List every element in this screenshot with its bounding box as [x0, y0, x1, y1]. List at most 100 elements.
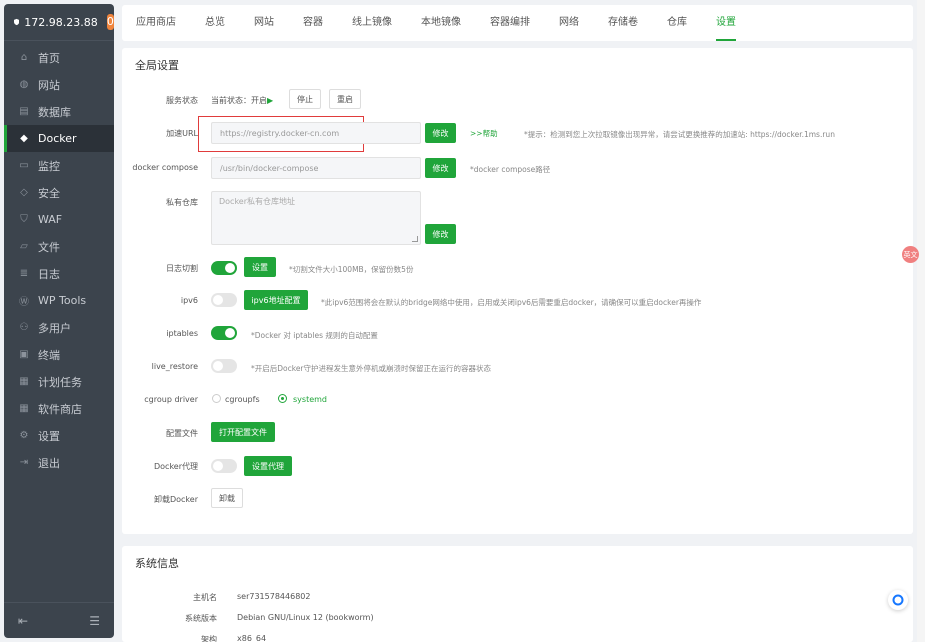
sidebar-item-label: 首页 — [38, 51, 60, 65]
notification-badge[interactable]: 0 — [106, 14, 114, 30]
sidebar-item-12[interactable]: ▦ 计划任务 — [4, 368, 114, 395]
os-version-label: 系统版本 — [185, 614, 217, 623]
help-link[interactable]: >>帮助 — [470, 128, 498, 139]
logcut-toggle[interactable] — [211, 261, 237, 275]
menu-icon[interactable]: ☰ — [89, 614, 100, 628]
ipv6-label: ipv6 — [180, 296, 198, 305]
proxy-toggle[interactable] — [211, 459, 237, 473]
stop-button[interactable]: 停止 — [289, 89, 321, 109]
compose-label: docker compose — [132, 163, 198, 172]
tab-9[interactable]: 仓库 — [667, 5, 687, 41]
tab-6[interactable]: 容器编排 — [490, 5, 530, 41]
sidebar-item-label: Docker — [38, 132, 77, 145]
registry-modify-button[interactable]: 修改 — [425, 224, 456, 244]
sidebar-item-7[interactable]: ▱ 文件 — [4, 233, 114, 260]
server-ip: 172.98.23.88 — [24, 15, 98, 29]
users-icon: ⚇ — [19, 322, 29, 333]
sidebar-item-0[interactable]: ⌂ 首页 — [4, 44, 114, 71]
sidebar-item-13[interactable]: ▦ 软件商店 — [4, 395, 114, 422]
logcut-settings-button[interactable]: 设置 — [244, 257, 276, 277]
tab-5[interactable]: 本地镜像 — [421, 5, 461, 41]
translate-float-icon[interactable]: 英文 — [902, 246, 919, 263]
globe-icon: ◍ — [19, 79, 29, 90]
sidebar-item-label: 计划任务 — [38, 375, 82, 389]
sidebar-item-8[interactable]: ≣ 日志 — [4, 260, 114, 287]
sidebar-item-11[interactable]: ▣ 终端 — [4, 341, 114, 368]
wordpress-icon: Ⓦ — [19, 297, 29, 308]
live-restore-label: live_restore — [151, 362, 198, 371]
tab-2[interactable]: 网站 — [254, 5, 274, 41]
set-proxy-button[interactable]: 设置代理 — [244, 456, 292, 476]
sidebar-item-label: 数据库 — [38, 105, 71, 119]
top-tabs: 应用商店 总览 网站 容器 线上镜像 本地镜像 容器编排 网络 存储卷 仓库 设置 — [122, 5, 913, 41]
sidebar-item-6[interactable]: ⛉ WAF — [4, 206, 114, 233]
sidebar-item-1[interactable]: ◍ 网站 — [4, 71, 114, 98]
proxy-label: Docker代理 — [153, 462, 198, 471]
collapse-icon[interactable]: ⇤ — [18, 614, 28, 628]
compose-input[interactable]: /usr/bin/docker-compose — [211, 157, 421, 179]
sidebar-item-label: 网站 — [38, 78, 60, 92]
sidebar-item-15[interactable]: ⇥ 退出 — [4, 449, 114, 476]
cgroupfs-option[interactable]: cgroupfs — [225, 395, 260, 404]
iptables-hint: *Docker 对 iptables 规则的自动配置 — [251, 331, 378, 340]
iptables-toggle[interactable] — [211, 326, 237, 340]
service-status-label: 服务状态 — [166, 96, 198, 105]
systemd-radio[interactable] — [278, 394, 287, 403]
sidebar-item-5[interactable]: ◇ 安全 — [4, 179, 114, 206]
hostname-value: ser731578446802 — [237, 592, 311, 601]
ipv6-hint: *此ipv6范围将会在默认的bridge网络中使用，启用或关闭ipv6后需要重启… — [321, 298, 702, 307]
sidebar-item-label: 多用户 — [38, 321, 71, 335]
sidebar-footer: ⇤ ☰ — [4, 602, 114, 638]
sidebar-item-2[interactable]: ▤ 数据库 — [4, 98, 114, 125]
tab-0[interactable]: 应用商店 — [136, 5, 176, 41]
open-config-button[interactable]: 打开配置文件 — [211, 422, 275, 442]
page-scrollbar[interactable] — [917, 0, 925, 642]
ipv6-config-button[interactable]: ipv6地址配置 — [244, 290, 308, 310]
uninstall-button[interactable]: 卸载 — [211, 488, 243, 508]
ipv6-toggle[interactable] — [211, 293, 237, 307]
tab-8[interactable]: 存储卷 — [608, 5, 638, 41]
accel-url-input[interactable]: https://registry.docker-cn.com — [211, 122, 421, 144]
tab-3[interactable]: 容器 — [303, 5, 323, 41]
global-settings-panel: 全局设置 服务状态 当前状态：开启▶ 停止 重启 加速URL https://r… — [122, 48, 913, 534]
support-float-icon[interactable] — [888, 590, 908, 610]
registry-textarea[interactable]: Docker私有仓库地址 — [211, 191, 421, 245]
sidebar-item-label: 文件 — [38, 240, 60, 254]
sidebar: 172.98.23.88 0 ⌂ 首页 ◍ 网站 ▤ 数据库 ◆ Docker ▭ 监控 ◇ 安全 ⛉ W… — [4, 4, 114, 638]
docker-icon: ◆ — [20, 133, 28, 144]
logcut-hint: *切割文件大小100MB，保留份数5份 — [289, 265, 414, 274]
sidebar-item-label: 监控 — [38, 159, 60, 173]
waf-icon: ⛉ — [20, 214, 28, 225]
hostname-label: 主机名 — [193, 593, 217, 602]
tab-4[interactable]: 线上镜像 — [352, 5, 392, 41]
cgroupfs-radio[interactable] — [212, 394, 221, 403]
cgroup-label: cgroup driver — [144, 395, 198, 404]
compose-modify-button[interactable]: 修改 — [425, 158, 456, 178]
live-restore-toggle[interactable] — [211, 359, 237, 373]
logcut-label: 日志切割 — [166, 264, 198, 273]
system-info-panel: 系统信息 主机名 ser731578446802 系统版本 Debian GNU… — [122, 546, 913, 642]
os-version-value: Debian GNU/Linux 12 (bookworm) — [237, 613, 374, 622]
tab-7[interactable]: 网络 — [559, 5, 579, 41]
play-icon: ▶ — [267, 96, 274, 105]
registry-label: 私有仓库 — [166, 198, 198, 207]
tab-10[interactable]: 设置 — [716, 5, 736, 41]
sidebar-item-9[interactable]: Ⓦ WP Tools — [4, 287, 114, 314]
accel-modify-button[interactable]: 修改 — [425, 123, 456, 143]
tab-1[interactable]: 总览 — [205, 5, 225, 41]
sidebar-item-label: 设置 — [38, 429, 60, 443]
arch-value: x86_64 — [237, 634, 267, 642]
sidebar-item-10[interactable]: ⚇ 多用户 — [4, 314, 114, 341]
sidebar-item-14[interactable]: ⚙ 设置 — [4, 422, 114, 449]
apps-icon: ▦ — [19, 403, 29, 414]
sidebar-item-3[interactable]: ◆ Docker — [4, 125, 114, 152]
iptables-label: iptables — [166, 329, 198, 338]
sidebar-item-4[interactable]: ▭ 监控 — [4, 152, 114, 179]
database-icon: ▤ — [19, 106, 29, 117]
server-header: 172.98.23.88 0 — [4, 4, 114, 41]
shield-logo-icon — [14, 18, 20, 26]
restart-button[interactable]: 重启 — [329, 89, 361, 109]
sidebar-item-label: 退出 — [38, 456, 60, 470]
sidebar-item-label: WAF — [38, 213, 63, 226]
systemd-option[interactable]: systemd — [293, 395, 327, 404]
